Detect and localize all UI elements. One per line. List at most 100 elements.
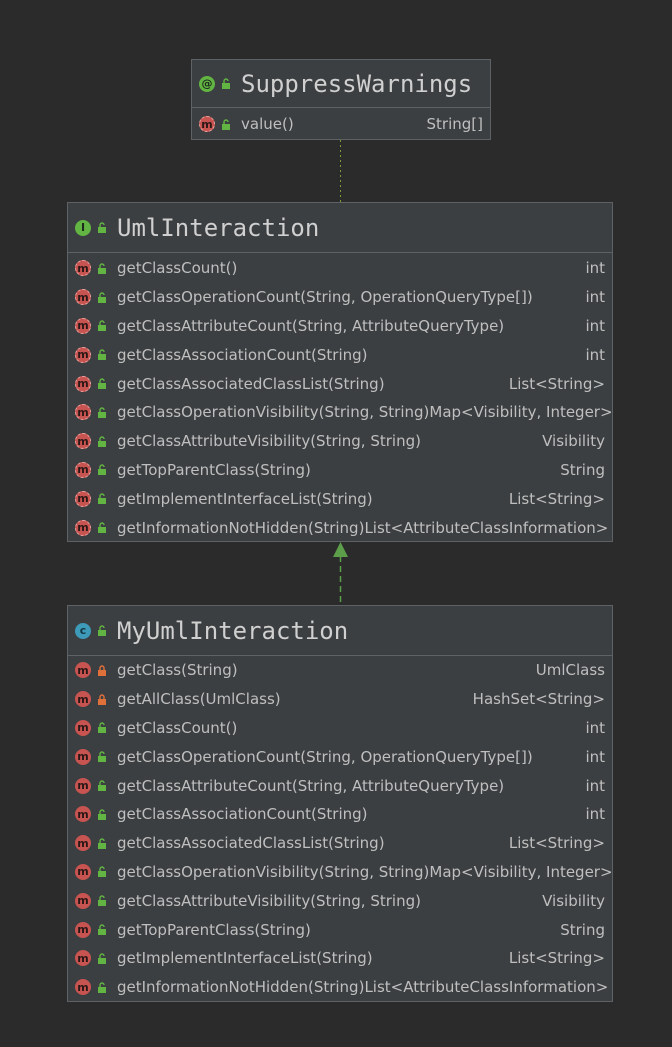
- public-lock-icon: [98, 378, 106, 390]
- method-row[interactable]: m getClassAttributeCount(String, Attribut…: [68, 312, 612, 341]
- annotation-box[interactable]: @ SuppressWarnings m value() String[]: [191, 59, 491, 140]
- public-lock-icon: [98, 263, 106, 274]
- method-return-type: int: [585, 718, 605, 737]
- method-return-type: int: [585, 316, 605, 335]
- method-row[interactable]: m getInformationNotHidden(String) List<Att…: [68, 973, 612, 1002]
- abstract-method-icon: m: [75, 461, 91, 478]
- method-row[interactable]: m getClassOperationVisibility(String, Str…: [68, 398, 613, 427]
- annotation-header: @ SuppressWarnings: [192, 60, 490, 108]
- public-lock-icon: [98, 722, 106, 734]
- interface-box[interactable]: I UmlInteraction m getClassCount() int m get…: [67, 202, 613, 542]
- public-lock-icon: [98, 493, 106, 505]
- method-name: getClassAttributeVisibility(String, Stri…: [117, 891, 421, 910]
- method-name: getClassOperationCount(String, Operation…: [117, 288, 533, 307]
- class-box[interactable]: c MyUmlInteraction m getClass(String) UmlC…: [67, 605, 613, 1002]
- abstract-method-icon: m: [75, 317, 91, 334]
- method-return-type: String: [560, 460, 605, 479]
- public-lock-icon: [222, 119, 230, 130]
- method-row[interactable]: m getTopParentClass(String) String: [68, 456, 612, 485]
- public-lock-icon: [98, 349, 106, 361]
- public-lock-icon: [98, 953, 106, 964]
- method-return-type: int: [585, 747, 605, 766]
- method-row[interactable]: m getClassAssociatedClassList(String) List…: [68, 829, 612, 858]
- method-return-type: HashSet<String>: [472, 690, 605, 709]
- method-name: getImplementInterfaceList(String): [117, 489, 373, 508]
- method-row[interactable]: m getClassAttributeCount(String, Attribut…: [68, 771, 612, 800]
- abstract-method-icon: m: [75, 519, 91, 536]
- method-return-type: List<String>: [508, 834, 605, 853]
- annotation-icon: @: [199, 75, 215, 92]
- public-lock-icon: [98, 292, 106, 303]
- abstract-method-icon: m: [75, 346, 91, 363]
- method-row[interactable]: m getClassAssociatedClassList(String) List…: [68, 369, 612, 398]
- method-row[interactable]: m getAllClass(UmlClass) HashSet<String>: [68, 685, 612, 714]
- method-row[interactable]: m getImplementInterfaceList(String) List<S…: [68, 944, 612, 973]
- method-row[interactable]: m getClassOperationCount(String, Operatio…: [68, 283, 612, 312]
- method-return-type: List<String>: [508, 374, 605, 393]
- public-lock-icon: [98, 809, 106, 820]
- method-row[interactable]: m getClassAssociationCount(String) int: [68, 340, 612, 369]
- method-return-type: int: [585, 288, 605, 307]
- method-return-type: int: [585, 345, 605, 364]
- class-title: MyUmlInteraction: [117, 616, 349, 645]
- interface-title: UmlInteraction: [117, 213, 320, 242]
- method-icon: m: [75, 921, 91, 938]
- method-row[interactable]: m getClassAttributeVisibility(String, Str…: [68, 886, 612, 915]
- method-name: getClassOperationVisibility(String, Stri…: [117, 403, 430, 422]
- class-icon: c: [75, 622, 91, 639]
- method-return-type: int: [585, 776, 605, 795]
- public-lock-icon: [98, 464, 106, 476]
- method-name: getClass(String): [117, 661, 238, 680]
- method-icon: m: [75, 691, 91, 708]
- method-row[interactable]: m getClassOperationCount(String, Operatio…: [68, 742, 612, 771]
- method-icon: m: [75, 806, 91, 823]
- method-row[interactable]: m getClassAttributeVisibility(String, Str…: [68, 427, 612, 456]
- annotation-title: SuppressWarnings: [241, 69, 473, 98]
- method-row[interactable]: m getClassCount() int: [68, 714, 612, 743]
- public-lock-icon: [98, 837, 106, 849]
- public-lock-icon: [222, 78, 230, 89]
- public-lock-icon: [98, 222, 106, 233]
- abstract-method-icon: m: [75, 289, 91, 306]
- method-return-type: int: [585, 805, 605, 824]
- method-return-type: List<AttributeClassInformation>: [364, 978, 609, 997]
- public-lock-icon: [98, 866, 106, 878]
- method-return-type: Visibility: [542, 891, 605, 910]
- method-name: getClassAttributeVisibility(String, Stri…: [117, 432, 421, 451]
- method-name: getImplementInterfaceList(String): [117, 949, 373, 968]
- public-lock-icon: [98, 924, 106, 936]
- method-name: value(): [241, 115, 294, 134]
- realization-arrowhead: [333, 542, 348, 557]
- annotation-methods: m value() String[]: [192, 108, 490, 139]
- public-lock-icon: [98, 320, 106, 332]
- method-name: getClassCount(): [117, 259, 238, 278]
- method-icon: m: [75, 748, 91, 765]
- method-name: getClassCount(): [117, 718, 238, 737]
- method-row[interactable]: m getClassOperationVisibility(String, Str…: [68, 858, 613, 887]
- method-icon: m: [75, 950, 91, 967]
- method-row[interactable]: m getClass(String) UmlClass: [68, 656, 612, 685]
- method-row[interactable]: m value() String[]: [192, 110, 490, 139]
- method-row[interactable]: m getTopParentClass(String) String: [68, 915, 612, 944]
- private-lock-icon: [98, 694, 106, 705]
- method-return-type: List<AttributeClassInformation>: [364, 518, 609, 537]
- interface-header: I UmlInteraction: [68, 203, 612, 253]
- abstract-method-icon: m: [75, 404, 91, 421]
- method-icon: m: [75, 835, 91, 852]
- method-return-type: String[]: [426, 115, 483, 134]
- public-lock-icon: [98, 625, 106, 636]
- method-return-type: int: [585, 259, 605, 278]
- method-name: getClassAttributeCount(String, Attribute…: [117, 776, 505, 795]
- interface-icon: I: [75, 219, 91, 236]
- method-row[interactable]: m getInformationNotHidden(String) List<Att…: [68, 513, 612, 542]
- method-row[interactable]: m getClassAssociationCount(String) int: [68, 800, 612, 829]
- interface-methods: m getClassCount() int m getClassOperationCou…: [68, 253, 613, 542]
- public-lock-icon: [98, 522, 106, 534]
- method-icon: m: [75, 662, 91, 679]
- method-name: getTopParentClass(String): [117, 460, 311, 479]
- method-row[interactable]: m getImplementInterfaceList(String) List<S…: [68, 484, 612, 513]
- method-row[interactable]: m getClassCount() int: [68, 254, 612, 283]
- abstract-method-icon: m: [75, 433, 91, 450]
- method-return-type: List<String>: [508, 949, 605, 968]
- method-name: getClassAssociationCount(String): [117, 805, 368, 824]
